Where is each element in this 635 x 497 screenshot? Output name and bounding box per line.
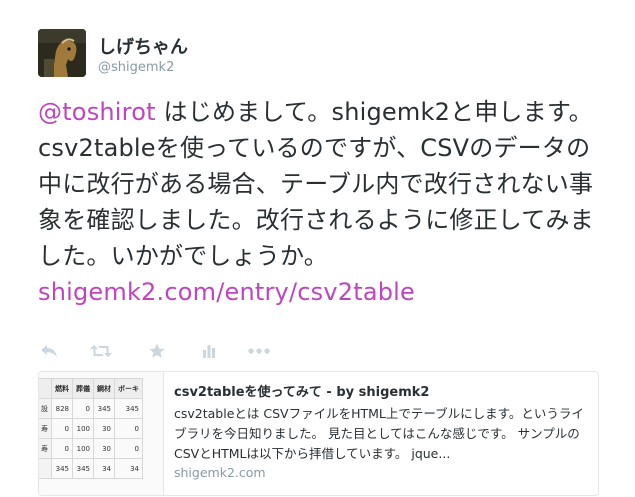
thumbnail-row: 345 345 34 34 [39, 458, 143, 479]
thumbnail-cell: 34 [93, 458, 115, 479]
thumbnail-cell: 0 [72, 398, 94, 419]
thumbnail-cell: 34 [114, 458, 143, 479]
thumbnail-cell: 0 [114, 418, 143, 439]
avatar-image [38, 29, 86, 77]
thumbnail-header-row: 燃料 葬儀 鋼材 ボーキ [39, 378, 143, 399]
thumbnail-header-cell: 鋼材 [93, 378, 115, 399]
thumbnail-cell: 30 [93, 418, 115, 439]
thumbnail-cell: 30 [93, 438, 115, 459]
card-thumbnail: 燃料 葬儀 鋼材 ボーキ 設 828 0 345 345 寿 0 100 30 … [39, 372, 164, 495]
thumbnail-header-cell: 葬儀 [72, 378, 94, 399]
thumbnail-header-cell: 燃料 [51, 378, 73, 399]
mention-link[interactable]: @toshirot [38, 98, 156, 126]
thumbnail-cell: 828 [51, 398, 73, 419]
reply-icon[interactable] [38, 340, 60, 362]
thumbnail-table: 燃料 葬儀 鋼材 ボーキ 設 828 0 345 345 寿 0 100 30 … [39, 378, 143, 479]
thumbnail-cell: 0 [51, 418, 73, 439]
thumbnail-header-cell: ボーキ [114, 378, 143, 399]
thumbnail-row: 寿 0 100 30 0 [39, 438, 143, 459]
retweet-icon[interactable] [90, 340, 112, 362]
card-description: csv2tableとは CSVファイルをHTML上でテーブルにします。というライ… [174, 406, 584, 461]
user-avatar[interactable] [38, 29, 86, 77]
thumbnail-cell: 345 [93, 398, 115, 419]
thumbnail-cell: 寿 [39, 438, 52, 459]
display-name[interactable]: しげちゃん [98, 33, 188, 59]
thumbnail-cell: 設 [39, 398, 52, 419]
more-dots-icon[interactable] [248, 340, 270, 362]
link-card[interactable]: 燃料 葬儀 鋼材 ボーキ 設 828 0 345 345 寿 0 100 30 … [38, 371, 599, 496]
thumbnail-row: 設 828 0 345 345 [39, 398, 143, 419]
thumbnail-cell: 100 [72, 438, 94, 459]
thumbnail-cell: 345 [51, 458, 73, 479]
thumbnail-row: 寿 0 100 30 0 [39, 418, 143, 439]
tweet-text: @toshirot はじめまして。shigemk2と申します。csv2table… [38, 94, 613, 310]
card-title[interactable]: csv2tableを使ってみて - by shigemk2 [174, 381, 429, 400]
thumbnail-cell: 寿 [39, 418, 52, 439]
thumbnail-cell: 345 [114, 398, 143, 419]
screen-name[interactable]: @shigemk2 [98, 60, 174, 75]
thumbnail-header-cell [39, 378, 52, 399]
thumbnail-cell: 100 [72, 418, 94, 439]
thumbnail-cell [39, 458, 52, 479]
card-domain[interactable]: shigemk2.com [174, 465, 266, 480]
analytics-bar-icon[interactable] [198, 340, 220, 362]
thumbnail-cell: 0 [114, 438, 143, 459]
entry-link[interactable]: shigemk2.com/entry/csv2table [38, 278, 415, 306]
favorite-star-icon[interactable] [146, 340, 168, 362]
thumbnail-cell: 0 [51, 438, 73, 459]
thumbnail-cell: 345 [72, 458, 94, 479]
